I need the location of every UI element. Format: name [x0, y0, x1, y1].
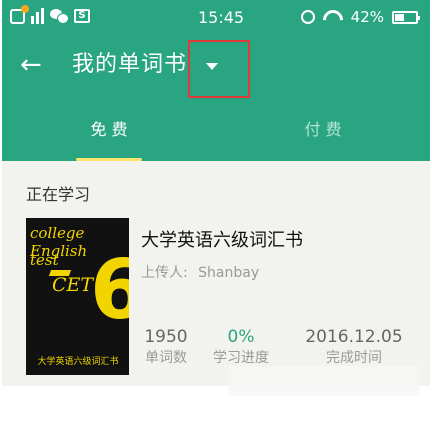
- uploader: 上传人: Shanbay: [141, 262, 259, 282]
- app-header: S 15:45 42% ← 我的单词书 免 费 付 费: [2, 0, 430, 161]
- toolbar: ← 我的单词书: [2, 40, 430, 98]
- status-left-icons: S: [10, 4, 90, 24]
- alarm-icon: [300, 10, 315, 24]
- stat-finish-date: 2016.12.05 完成时间: [301, 326, 407, 368]
- status-right-icons: 42%: [300, 8, 420, 26]
- app-icon: [10, 4, 29, 24]
- tab-paid[interactable]: 付 费: [216, 108, 430, 161]
- book-title: 大学英语六级词汇书: [141, 230, 303, 251]
- cover-bottom-text: 大学英语六级词汇书: [37, 357, 119, 367]
- stat-finish-date-label: 完成时间: [326, 350, 382, 366]
- book-cover[interactable]: college English test CET 6 大学英语六级词汇书: [26, 218, 129, 375]
- uploader-name: Shanbay: [198, 265, 260, 281]
- tab-free[interactable]: 免 费: [2, 108, 216, 161]
- battery-percent: 42%: [350, 8, 384, 26]
- page-title: 我的单词书: [72, 52, 188, 77]
- book-stats: 1950 单词数 0% 学习进度 2016.12.05 完成时间: [141, 326, 423, 370]
- battery-icon: [392, 10, 420, 24]
- wifi-icon: [323, 10, 343, 24]
- back-button[interactable]: ←: [20, 50, 50, 80]
- current-book-card[interactable]: college English test CET 6 大学英语六级词汇书 大学英…: [2, 202, 430, 386]
- tabs: 免 费 付 费: [2, 108, 430, 161]
- wechat-icon: [50, 9, 69, 24]
- s-icon: S: [74, 9, 90, 23]
- stat-progress-value: 0%: [227, 327, 255, 347]
- screen: S 15:45 42% ← 我的单词书 免 费 付 费 正在学习 college…: [2, 0, 430, 443]
- status-time: 15:45: [198, 8, 245, 27]
- cover-cet: CET: [52, 274, 94, 296]
- caret-down-icon: [206, 63, 218, 70]
- watermark-blur: [228, 366, 420, 396]
- tab-free-label: 免 费: [90, 120, 128, 139]
- tab-paid-label: 付 费: [304, 120, 342, 139]
- stat-word-count: 1950 单词数: [141, 326, 191, 368]
- back-arrow-icon: ←: [20, 50, 42, 80]
- stat-word-count-label: 单词数: [145, 350, 187, 366]
- tab-indicator: [76, 158, 142, 161]
- stat-word-count-value: 1950: [144, 327, 188, 347]
- uploader-label: 上传人:: [141, 265, 188, 281]
- book-switch-dropdown[interactable]: [188, 40, 250, 98]
- cover-number: 6: [90, 243, 129, 338]
- status-bar: S 15:45 42%: [2, 0, 430, 36]
- signal-icon: [31, 8, 44, 24]
- stat-progress: 0% 学习进度: [205, 326, 277, 368]
- stat-finish-date-value: 2016.12.05: [305, 327, 403, 347]
- cover-line2: test: [30, 251, 59, 269]
- stat-progress-label: 学习进度: [213, 350, 269, 366]
